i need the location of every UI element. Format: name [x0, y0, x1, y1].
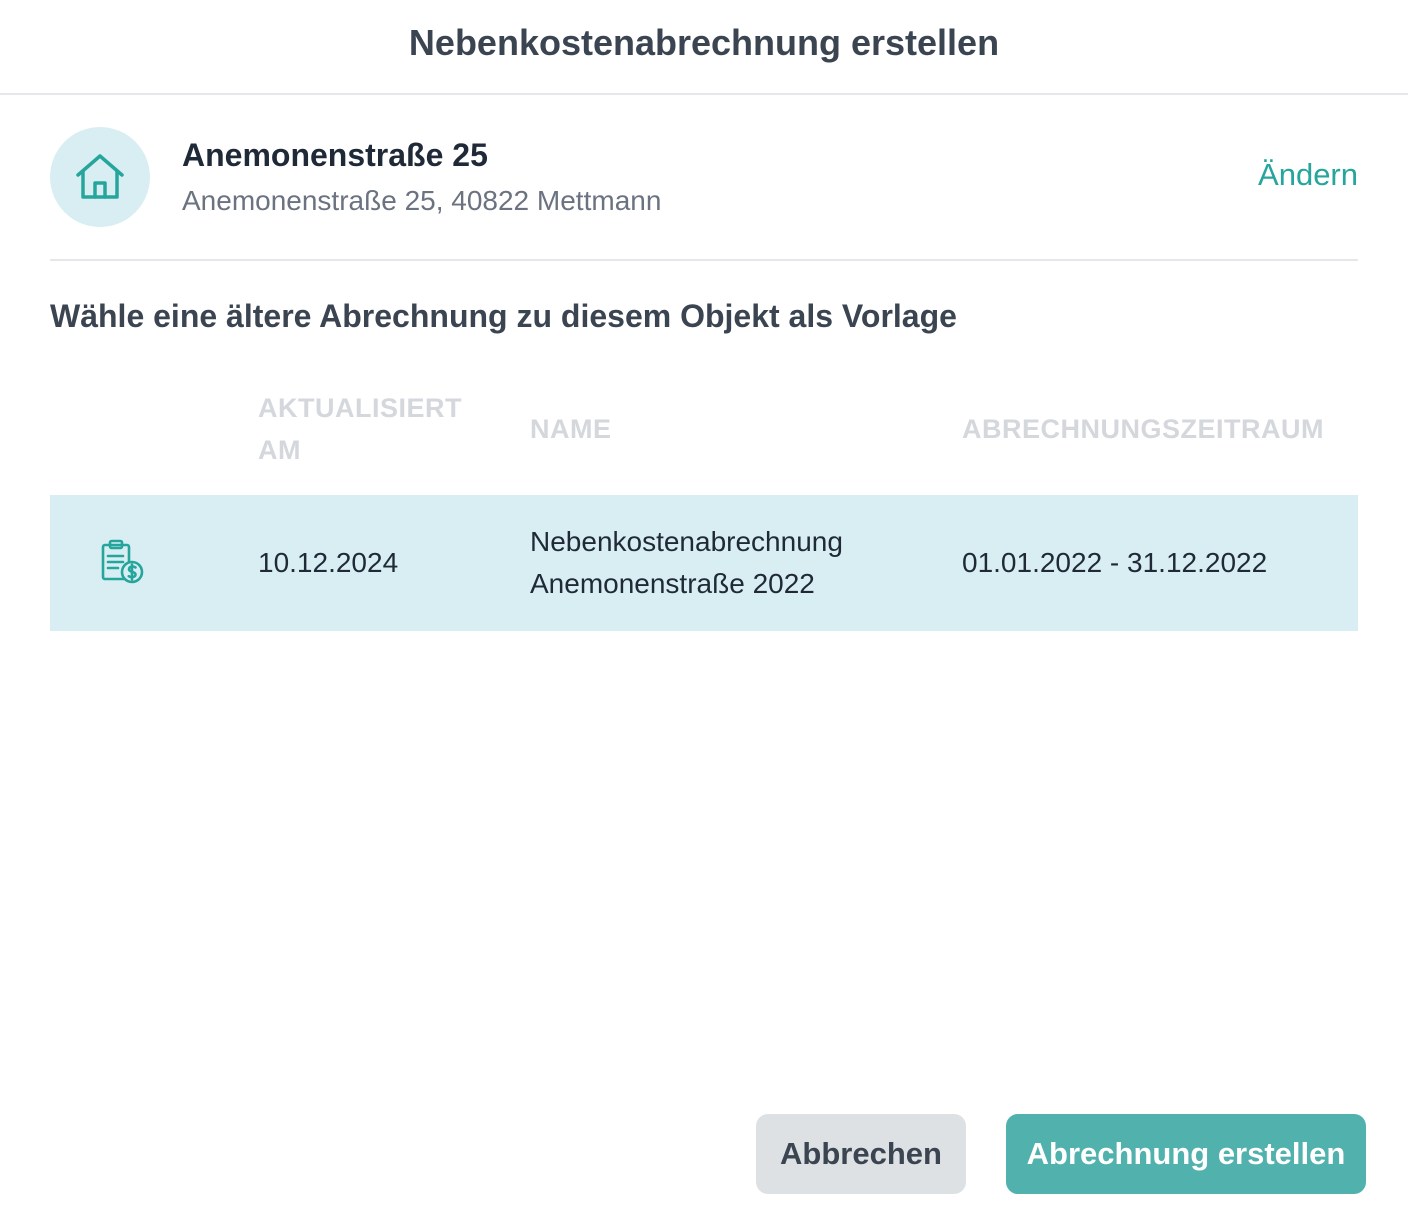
- create-billing-dialog: Nebenkostenabrechnung erstellen Anemonen…: [0, 0, 1408, 1232]
- selected-property: Anemonenstraße 25 Anemonenstraße 25, 408…: [50, 127, 1358, 227]
- row-period: 01.01.2022 - 31.12.2022: [962, 547, 1268, 578]
- property-avatar: [50, 127, 150, 227]
- clipboard-invoice-icon: [101, 539, 144, 584]
- property-name: Anemonenstraße 25: [182, 137, 488, 173]
- column-header-name: NAME: [530, 414, 612, 444]
- column-header-updated: AKTUALISIERT AM: [258, 393, 462, 465]
- change-property-link[interactable]: Ändern: [1258, 157, 1358, 193]
- cancel-button[interactable]: Abbrechen: [756, 1114, 966, 1194]
- table-row[interactable]: 10.12.2024 Nebenkostenabrechnung Anemone…: [50, 495, 1358, 631]
- dialog-title: Nebenkostenabrechnung erstellen: [408, 21, 1000, 63]
- row-name: Nebenkostenabrechnung Anemonenstraße 202…: [530, 526, 843, 599]
- property-address: Anemonenstraße 25, 40822 Mettmann: [182, 185, 662, 216]
- row-updated-date: 10.12.2024: [258, 547, 399, 578]
- house-icon: [76, 154, 124, 199]
- column-header-period: ABRECHNUNGSZEITRAUM: [962, 414, 1324, 444]
- section-divider: [50, 259, 1358, 261]
- dialog-header: Nebenkostenabrechnung erstellen: [0, 0, 1408, 95]
- create-billing-button[interactable]: Abrechnung erstellen: [1006, 1114, 1366, 1194]
- template-instruction: Wähle eine ältere Abrechnung zu diesem O…: [50, 298, 957, 334]
